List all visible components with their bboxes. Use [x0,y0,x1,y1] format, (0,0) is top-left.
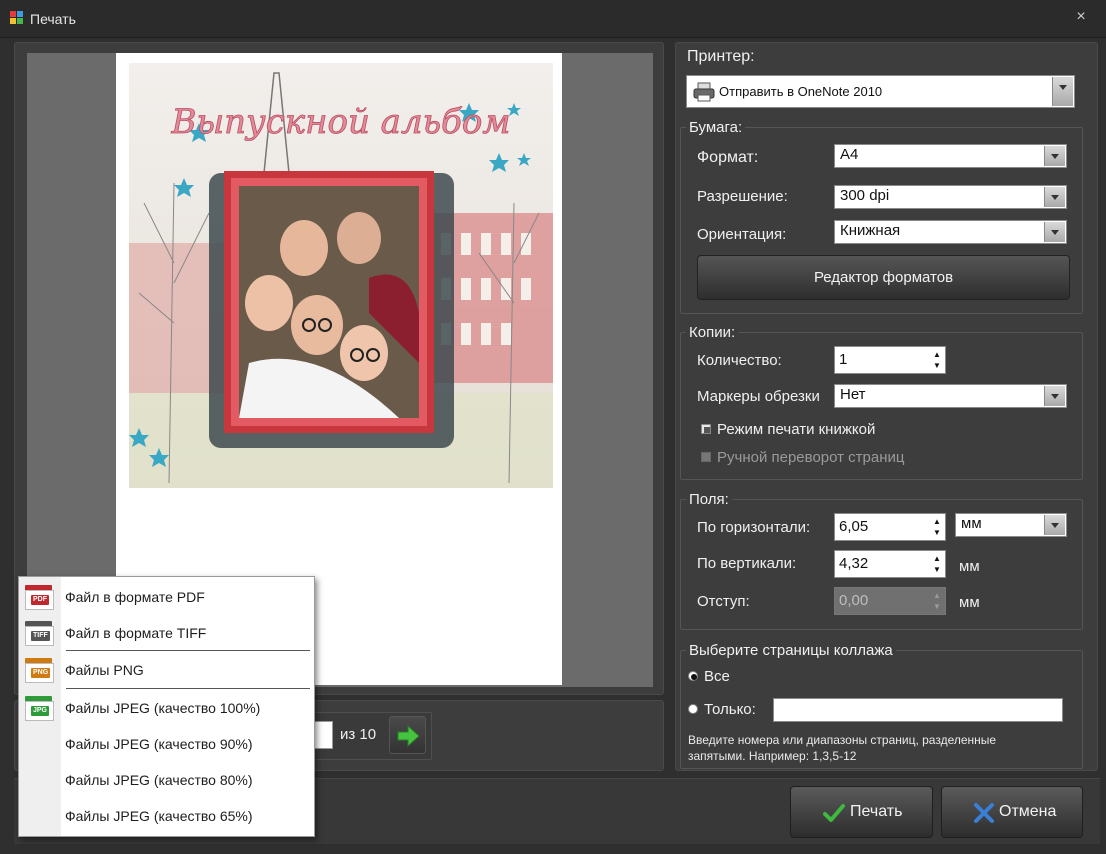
close-icon[interactable]: × [1073,8,1089,26]
printer-icon [693,82,715,102]
page-range-input[interactable] [773,698,1063,722]
manual-flip-checkbox[interactable] [701,452,711,462]
jpg-file-icon: JPG [25,696,54,721]
menu-item-pdf[interactable]: PDF Файл в формате PDF [19,579,314,615]
crop-marks-value: Нет [840,386,866,403]
horizontal-margin-label: По горизонтали: [697,519,811,536]
print-label: Печать [850,803,903,820]
all-pages-radio[interactable] [688,671,698,681]
vertical-margin-spinner[interactable]: 4,32 ▲ ▼ [834,550,946,578]
format-select[interactable]: A4 [834,144,1067,168]
printer-value: Отправить в OneNote 2010 [719,84,883,99]
menu-item-jpeg-80[interactable]: Файлы JPEG (качество 80%) [19,762,314,798]
paper-group-title: Бумага: [686,119,746,136]
resolution-label: Разрешение: [697,188,788,205]
menu-item-jpeg-65[interactable]: Файлы JPEG (качество 65%) [19,798,314,834]
format-label: Формат: [697,149,759,166]
menu-item-label: Файлы JPEG (качество 65%) [65,808,253,824]
album-title-art: Выпускной альбом [170,102,510,142]
menu-separator [66,688,310,689]
spinner-arrows-icon[interactable]: ▲ ▼ [932,349,942,371]
spinner-arrows-icon[interactable]: ▲ ▼ [932,590,942,612]
chevron-down-icon[interactable] [1044,515,1065,535]
format-editor-button[interactable]: Редактор форматов [697,255,1070,300]
unit-value: мм [961,515,982,532]
page-count-label: из 10 [340,726,377,743]
pages-group-title: Выберите страницы коллажа [686,642,896,659]
chevron-down-icon[interactable] [1044,146,1065,166]
title-bar [0,0,1106,38]
png-file-icon: PNG [25,658,54,683]
copies-group-title: Копии: [686,324,739,341]
page-range-hint: Введите номера или диапазоны страниц, ра… [688,733,997,763]
manual-flip-label: Ручной переворот страниц [717,449,905,466]
vertical-margin-label: По вертикали: [697,555,797,572]
resolution-select[interactable]: 300 dpi [834,185,1067,209]
menu-separator [66,650,310,651]
menu-item-png[interactable]: PNG Файлы PNG [19,652,314,688]
cancel-label: Отмена [999,803,1057,820]
crop-marks-select[interactable]: Нет [834,384,1067,408]
only-pages-radio[interactable] [688,704,698,714]
chevron-down-icon[interactable] [1044,187,1065,207]
unit-select[interactable]: мм [955,513,1067,537]
margins-group-title: Поля: [686,491,732,508]
menu-item-label: Файлы JPEG (качество 100%) [65,700,261,716]
app-icon [10,11,24,25]
orientation-select[interactable]: Книжная [834,220,1067,244]
format-value: A4 [840,146,859,163]
printer-select[interactable]: Отправить в OneNote 2010 [686,75,1075,108]
cross-icon [974,803,994,823]
menu-item-label: Файлы PNG [65,662,144,678]
booklet-checkbox[interactable] [701,424,711,434]
pdf-file-icon: PDF [25,585,54,610]
indent-spinner[interactable]: 0,00 ▲ ▼ [834,587,946,615]
chevron-down-icon[interactable] [1044,222,1065,242]
menu-item-jpeg-100[interactable]: JPG Файлы JPEG (качество 100%) [19,690,314,726]
spinner-arrows-icon[interactable]: ▲ ▼ [932,516,942,538]
menu-item-jpeg-90[interactable]: Файлы JPEG (качество 90%) [19,726,314,762]
collage-image: Выпускной альбом [129,63,553,488]
cancel-button[interactable]: Отмена [941,786,1083,838]
menu-item-label: Файл в формате PDF [65,589,205,605]
orientation-value: Книжная [840,222,901,239]
vertical-margin-value: 4,32 [839,555,869,572]
window-title: Печать [30,11,76,27]
horizontal-margin-value: 6,05 [839,518,869,535]
resolution-value: 300 dpi [840,187,890,204]
printer-label: Принтер: [687,48,755,65]
page-number-input[interactable] [314,721,333,749]
print-button[interactable]: Печать [790,786,933,838]
menu-item-label: Файлы JPEG (качество 90%) [65,736,253,752]
count-label: Количество: [697,352,782,369]
arrow-right-icon [397,724,420,748]
all-pages-label: Все [704,668,730,685]
crop-marks-label: Маркеры обрезки [697,388,820,405]
count-spinner[interactable]: 1 ▲ ▼ [834,346,946,374]
menu-item-tiff[interactable]: TIFF Файл в формате TIFF [19,615,314,651]
indent-label: Отступ: [697,593,750,610]
spinner-arrows-icon[interactable]: ▲ ▼ [932,553,942,575]
tiff-file-icon: TIFF [25,621,54,646]
booklet-label: Режим печати книжкой [717,421,876,438]
indent-value: 0,00 [839,592,869,609]
only-pages-label: Только: [704,701,756,718]
menu-item-label: Файлы JPEG (качество 80%) [65,772,253,788]
next-page-button[interactable] [389,716,426,754]
chevron-down-icon[interactable] [1052,77,1073,106]
chevron-down-icon[interactable] [1044,386,1065,406]
indent-unit-label: мм [959,594,980,611]
menu-item-label: Файл в формате TIFF [65,625,207,641]
orientation-label: Ориентация: [697,226,787,243]
checkmark-icon [823,804,845,822]
count-value: 1 [839,351,848,368]
vertical-unit-label: мм [959,558,980,575]
horizontal-margin-spinner[interactable]: 6,05 ▲ ▼ [834,513,946,541]
